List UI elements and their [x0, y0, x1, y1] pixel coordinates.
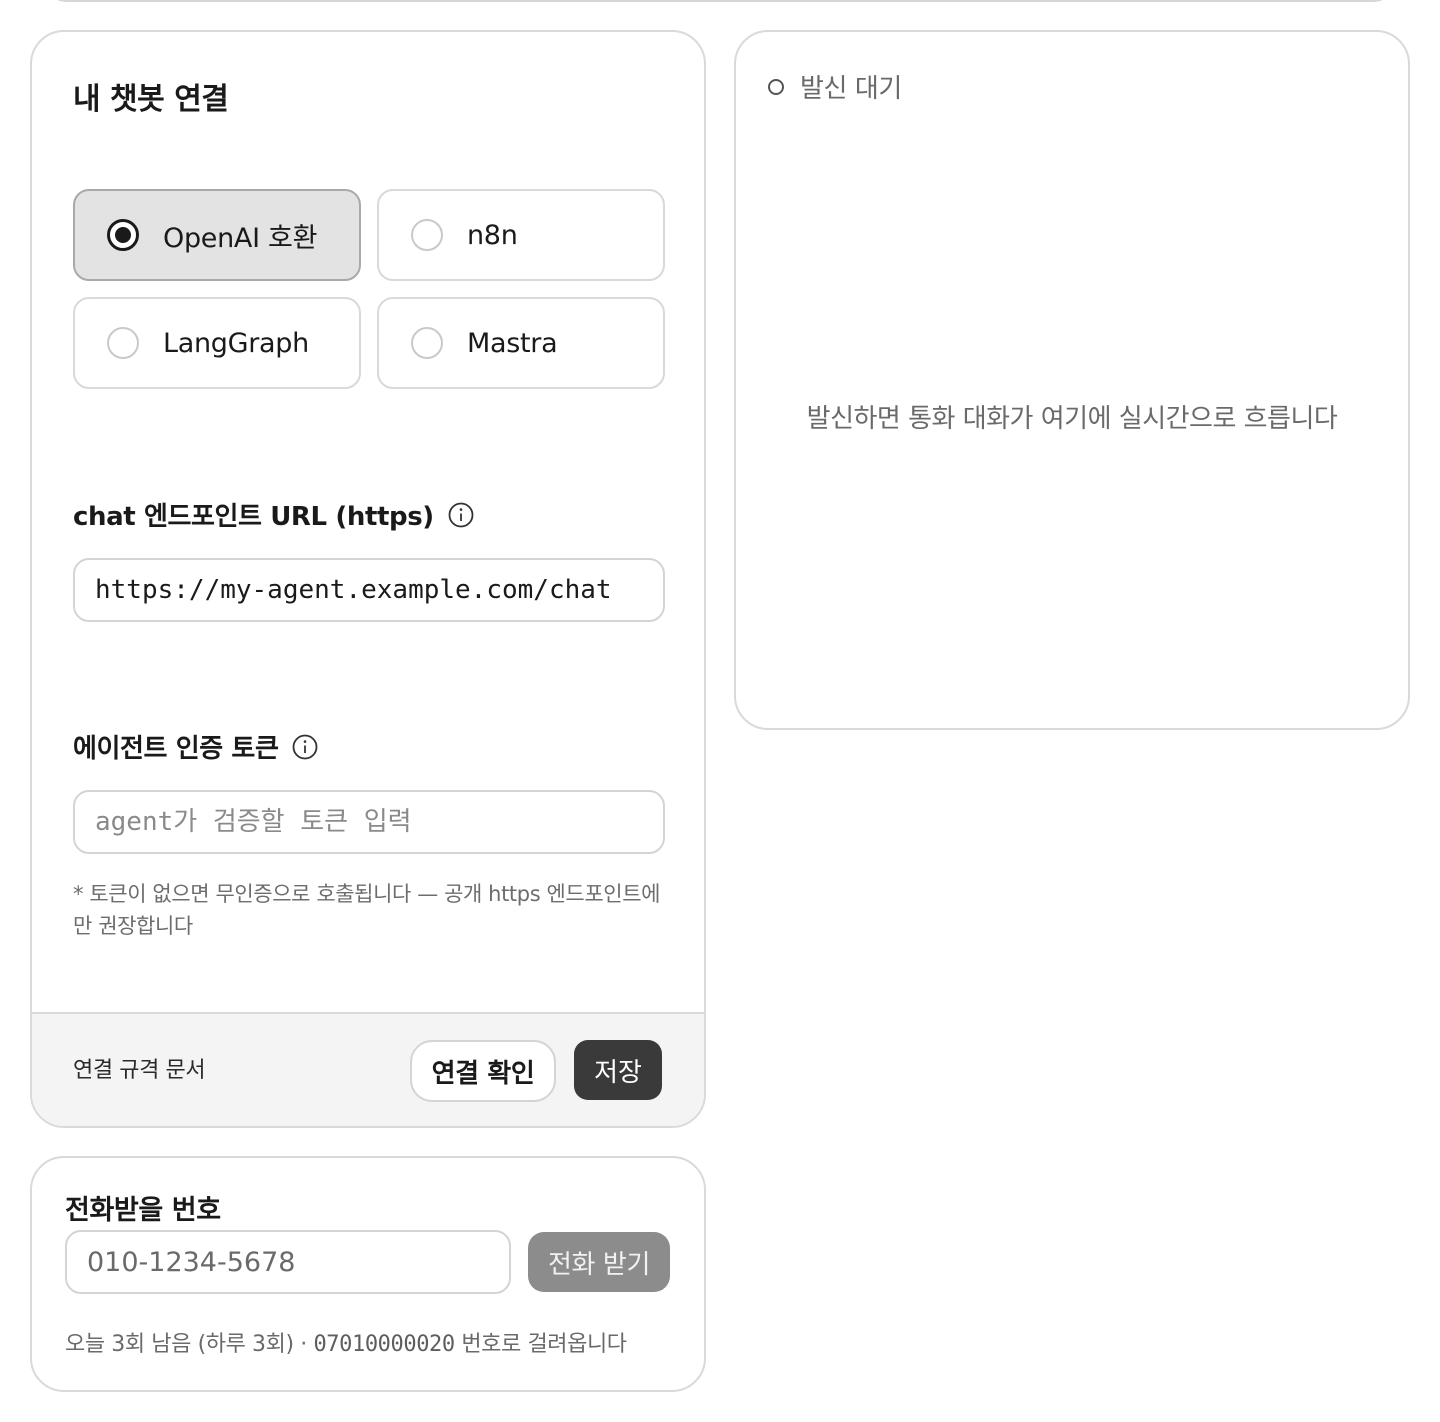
url-field-label: chat 엔드포인트 URL (https)	[73, 496, 474, 533]
quota-text: 오늘 3회 남음 (하루 3회) ·	[65, 1332, 314, 1357]
call-quota-text: 오늘 3회 남음 (하루 3회) · 07010000020 번호로 걸려옵니다	[65, 1326, 627, 1358]
receive-call-button[interactable]: 전화 받기	[528, 1232, 670, 1292]
quota-suffix: 번호로 걸려옵니다	[454, 1332, 627, 1357]
radio-checked-icon	[107, 219, 139, 251]
option-label: LangGraph	[163, 327, 309, 359]
call-status: 발신 대기	[768, 68, 902, 105]
status-text: 발신 대기	[800, 74, 902, 104]
phone-call-card: 전화받을 번호 전화 받기 오늘 3회 남음 (하루 3회) · 0701000…	[30, 1156, 706, 1392]
token-hint: * 토큰이 없으면 무인증으로 호출됩니다 — 공개 https 엔드포인트에만…	[73, 882, 661, 938]
test-connection-button[interactable]: 연결 확인	[410, 1040, 556, 1102]
url-label-text: chat 엔드포인트 URL (https)	[73, 502, 434, 532]
spec-doc-link[interactable]: 연결 규격 문서	[73, 1052, 206, 1084]
card-footer: 연결 규격 문서 연결 확인 저장	[32, 1012, 704, 1126]
option-openai[interactable]: OpenAI 호환	[73, 189, 361, 281]
token-label-text: 에이전트 인증 토큰	[73, 734, 279, 764]
url-input[interactable]	[73, 558, 665, 622]
option-label: n8n	[467, 219, 518, 251]
chatbot-connect-card: 내 챗봇 연결 OpenAI 호환 n8n LangGraph Mastra c…	[30, 30, 706, 1128]
call-transcript-panel: 발신 대기 발신하면 통화 대화가 여기에 실시간으로 흐릅니다	[734, 30, 1410, 730]
option-label: Mastra	[467, 327, 558, 359]
phone-label: 전화받을 번호	[65, 1195, 221, 1226]
status-dot-icon	[768, 78, 784, 95]
radio-unchecked-icon	[411, 327, 443, 359]
phone-input[interactable]	[65, 1230, 511, 1294]
info-icon[interactable]	[448, 502, 474, 528]
caller-number: 07010000020	[313, 1332, 455, 1357]
option-langgraph[interactable]: LangGraph	[73, 297, 361, 389]
token-field-label: 에이전트 인증 토큰	[73, 728, 318, 765]
option-label: OpenAI 호환	[163, 222, 318, 254]
radio-unchecked-icon	[411, 219, 443, 251]
info-icon[interactable]	[292, 734, 318, 760]
token-input[interactable]	[73, 790, 665, 854]
empty-transcript-message: 발신하면 통화 대화가 여기에 실시간으로 흐릅니다	[806, 404, 1338, 434]
option-mastra[interactable]: Mastra	[377, 297, 665, 389]
save-button[interactable]: 저장	[574, 1040, 662, 1100]
card-title: 내 챗봇 연결	[73, 82, 229, 117]
previous-card-edge	[46, 0, 1394, 2]
radio-unchecked-icon	[107, 327, 139, 359]
option-n8n[interactable]: n8n	[377, 189, 665, 281]
